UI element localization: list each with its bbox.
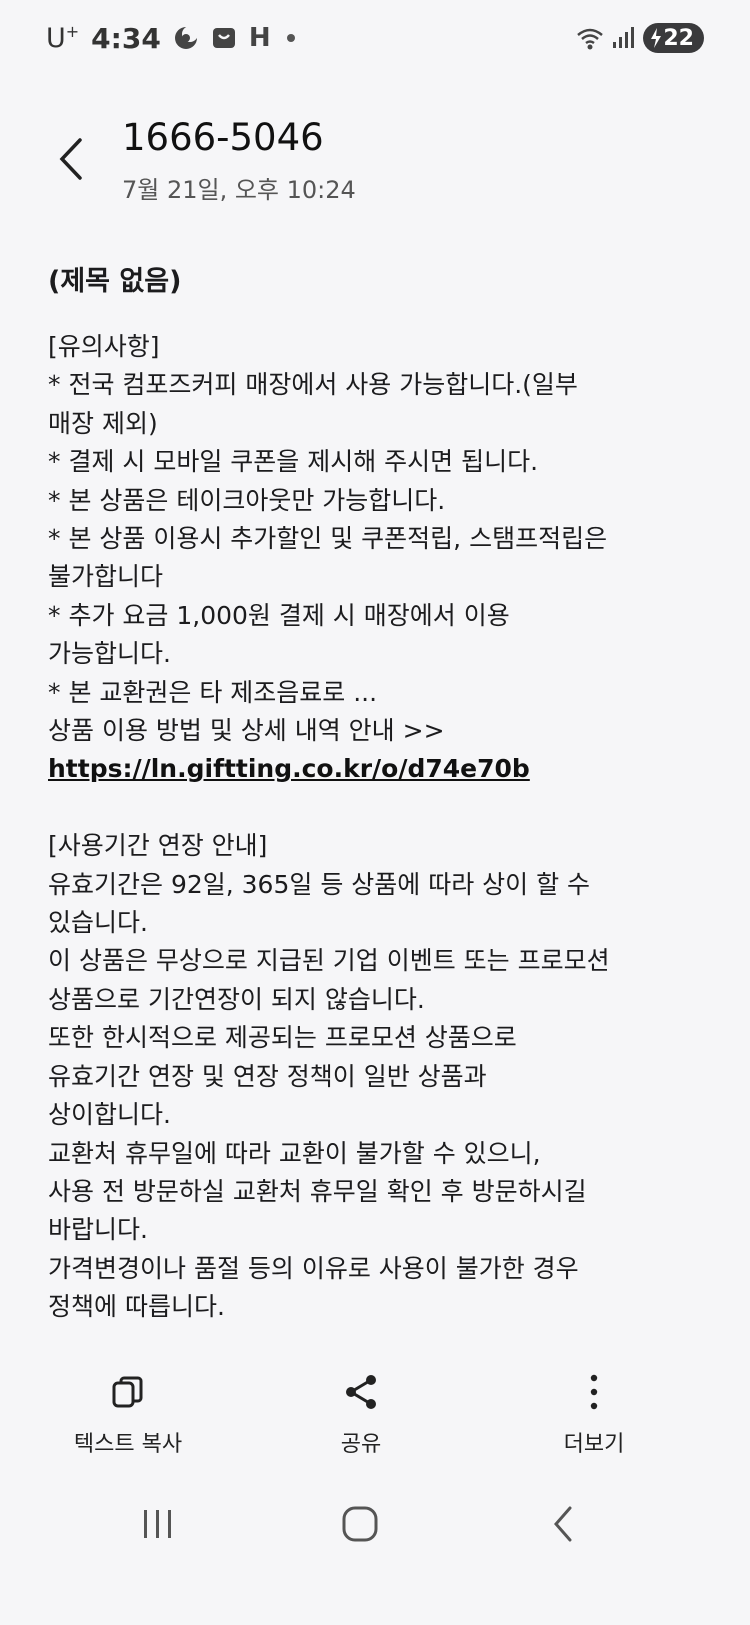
app-notification-icon (211, 25, 237, 51)
signal-icon (611, 25, 637, 51)
message-line: 정책에 따릅니다. (48, 1292, 225, 1322)
message-line: * 결제 시 모바일 쿠폰을 제시해 주시면 됩니다. (48, 447, 539, 477)
message-line: 상품으로 기간연장이 되지 않습니다. (48, 984, 425, 1014)
coupon-link[interactable]: https://ln.giftting.co.kr/o/d74e70b (48, 750, 708, 788)
message-line: 상이합니다. (48, 1100, 171, 1130)
message-line: 가격변경이나 품절 등의 이유로 사용이 불가한 경우 (48, 1253, 579, 1283)
share-icon (346, 1375, 376, 1409)
message-line: * 본 상품은 테이크아웃만 가능합니다. (48, 485, 446, 515)
copy-text-label: 텍스트 복사 (73, 1432, 183, 1457)
message-line: 있습니다. (48, 908, 148, 938)
message-line: 사용 전 방문하실 교환처 휴무일 확인 후 방문하시길 (48, 1176, 587, 1206)
message-line: [사용기간 연장 안내] (48, 831, 268, 861)
message-body: (제목 없음) [유의사항] * 전국 컴포즈커피 매장에서 사용 가능합니다.… (48, 262, 708, 1352)
message-line: 유효기간은 92일, 365일 등 상품에 따라 상이 할 수 (48, 869, 591, 899)
message-line: 가능합니다. (48, 639, 171, 669)
message-line: 이 상품은 무상으로 지급된 기업 이벤트 또는 프로모션 (48, 946, 610, 976)
share-label: 공유 (340, 1432, 382, 1457)
back-button[interactable] (52, 134, 92, 184)
more-label: 더보기 (563, 1432, 625, 1457)
home-icon (342, 1506, 378, 1542)
moon-icon (173, 25, 199, 51)
message-line: * 본 교환권은 타 제조음료로 ... (48, 677, 378, 707)
recent-apps-button[interactable] (134, 1500, 182, 1548)
status-bar: U+ 4:34 H 22 (0, 0, 750, 78)
message-line: 불가합니다 (48, 562, 164, 592)
copy-text-button[interactable]: 텍스트 복사 (28, 1372, 228, 1458)
message-date: 7월 21일, 오후 10:24 (122, 176, 356, 204)
h-indicator: H (248, 23, 271, 53)
message-line: 상품 이용 방법 및 상세 내역 안내 >> (48, 716, 445, 746)
message-line: * 추가 요금 1,000원 결제 시 매장에서 이용 (48, 600, 510, 630)
message-line: 교환처 휴무일에 따라 교환이 불가할 수 있으니, (48, 1138, 541, 1168)
system-nav-bar (0, 1478, 750, 1578)
message-line: 매장 제외) (48, 408, 158, 438)
battery-charging-icon (651, 28, 662, 48)
battery-indicator: 22 (643, 23, 704, 53)
back-arrow-icon (554, 1506, 572, 1542)
notification-dot (286, 34, 295, 42)
bottom-toolbar: 텍스트 복사 공유 더보기 (0, 1360, 750, 1470)
more-vertical-icon (590, 1374, 598, 1410)
message-subject: (제목 없음) (48, 266, 182, 297)
message-line: 또한 한시적으로 제공되는 프로모션 상품으로 (48, 1023, 517, 1053)
message-line: * 본 상품 이용시 추가할인 및 쿠폰적립, 스탬프적립은 (48, 524, 608, 554)
message-line: 바랍니다. (48, 1215, 148, 1245)
message-line: * 전국 컴포즈커피 매장에서 사용 가능합니다.(일부 (48, 370, 578, 400)
nav-back-button[interactable] (540, 1500, 588, 1548)
status-time: 4:34 (91, 21, 161, 55)
extension-notice-block: [사용기간 연장 안내] 유효기간은 92일, 365일 등 상품에 따라 상이… (48, 827, 708, 1326)
copy-icon (112, 1376, 143, 1408)
share-button[interactable]: 공유 (261, 1372, 461, 1458)
message-line: 유효기간 연장 및 연장 정책이 일반 상품과 (48, 1061, 487, 1091)
wifi-icon (575, 25, 605, 51)
message-line: [유의사항] (48, 332, 160, 361)
more-button[interactable]: 더보기 (494, 1372, 694, 1458)
carrier-label: U+ (46, 22, 80, 54)
chevron-left-icon (59, 138, 82, 180)
home-button[interactable] (336, 1500, 384, 1548)
sender-number: 1666-5046 (122, 116, 324, 159)
notice-block: [유의사항] * 전국 컴포즈커피 매장에서 사용 가능합니다.(일부 매장 제… (48, 328, 708, 789)
recent-apps-icon (144, 1510, 171, 1538)
